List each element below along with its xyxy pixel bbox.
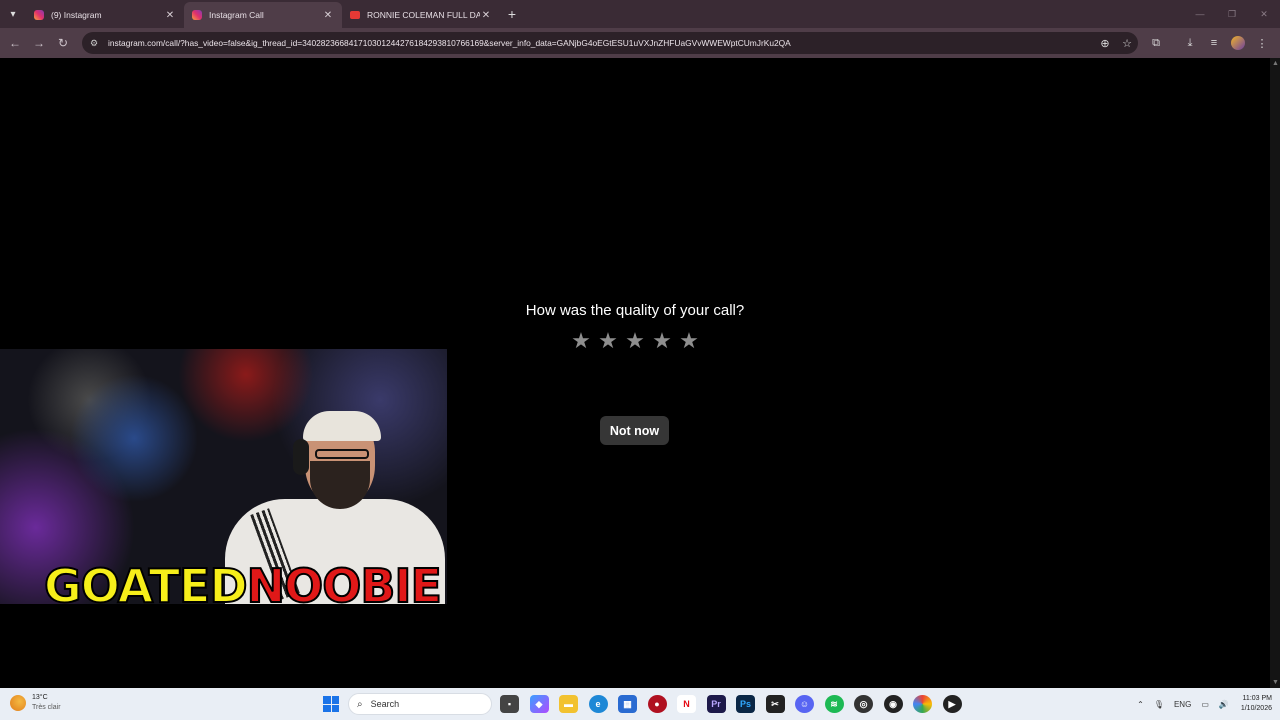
spotify-icon[interactable]: ≋ [824,695,844,713]
microphone-icon[interactable]: 🎙 [1154,700,1164,709]
tab-instagram[interactable]: (9) Instagram ✕ [26,2,184,28]
weather-desc: Très clair [32,704,61,711]
tab-label: RONNIE COLEMAN FULL DAY O [367,10,480,20]
task-view-icon[interactable]: ▪ [500,695,519,713]
profile-avatar[interactable] [1231,36,1245,50]
netflix-icon[interactable]: N [677,695,696,713]
app-red-icon[interactable]: ● [647,695,667,713]
clock-time: 11:03 PM [1242,695,1272,702]
taskbar-apps: ▪ ◆ ▬ e ▦ ● N Pr Ps ✂ ☺ ≋ ◎ ◉ ▶ [500,695,972,713]
tab-youtube[interactable]: RONNIE COLEMAN FULL DAY O ✕ [342,2,500,28]
edge-icon[interactable]: e [588,695,608,713]
weather-temp: 13°C [32,694,48,701]
system-tray: ⌃ 🎙 ENG ▭ 🔊 11:03 PM 1/10/2026 [1127,688,1272,720]
browser-toolbar: ← → ↻ ⚙ instagram.com/call/?has_video=fa… [0,28,1280,58]
star-4-icon[interactable]: ★ [651,330,673,352]
download-icon[interactable]: ⤓ [1178,37,1202,50]
restore-icon[interactable]: ❐ [1216,0,1248,28]
tray-chevron-icon[interactable]: ⌃ [1137,700,1144,709]
zoom-icon[interactable]: ⊕ [1094,37,1116,50]
tab-search-chevron-icon[interactable]: ▾ [0,0,26,28]
windows-start-icon[interactable] [323,696,339,712]
instagram-icon [34,10,44,20]
browser-tab-strip: ▾ (9) Instagram ✕ Instagram Call ✕ RONNI… [0,0,1280,28]
scroll-up-icon[interactable]: ▲ [1272,60,1279,67]
close-window-icon[interactable]: ✕ [1248,0,1280,28]
tab-label: (9) Instagram [51,10,102,20]
store-icon[interactable]: ▦ [618,695,637,713]
forward-icon[interactable]: → [27,36,51,50]
streamer-logo: GOATEDNOOBIE [43,559,443,604]
tab-label: Instagram Call [209,10,264,20]
volume-icon[interactable]: 🔊 [1219,700,1229,709]
clock[interactable]: 11:03 PM 1/10/2026 [1241,694,1272,714]
search-placeholder: Search [370,699,400,709]
star-3-icon[interactable]: ★ [624,330,646,352]
reload-icon[interactable]: ↻ [51,36,75,50]
media-controls-icon[interactable]: ≡ [1202,37,1226,49]
back-icon[interactable]: ← [3,36,27,50]
menu-icon[interactable]: ⋮ [1250,37,1274,50]
search-icon: ⌕ [357,698,363,710]
star-5-icon[interactable]: ★ [678,330,700,352]
clock-date: 1/10/2026 [1240,705,1272,712]
youtube-icon [350,11,360,19]
star-1-icon[interactable]: ★ [570,330,592,352]
new-tab-button[interactable]: + [500,6,524,22]
window-controls: — ❐ ✕ [1184,0,1280,28]
photoshop-icon[interactable]: Ps [736,695,755,713]
taskbar-search[interactable]: ⌕ Search [348,693,492,715]
capcut-icon[interactable]: ✂ [765,695,785,713]
weather-moon-icon [10,695,26,711]
tab-close-icon[interactable]: ✕ [164,10,176,21]
tab-instagram-call[interactable]: Instagram Call ✕ [184,2,342,28]
url-text[interactable]: instagram.com/call/?has_video=false&ig_t… [108,38,1094,48]
obs-icon[interactable]: ◉ [883,695,903,713]
premiere-icon[interactable]: Pr [706,695,726,713]
language-indicator[interactable]: ENG [1174,700,1191,709]
tab-close-icon[interactable]: ✕ [322,10,334,21]
call-quality-question: How was the quality of your call? [525,302,745,319]
extensions-icon[interactable]: ⧉ [1144,37,1168,50]
tab-close-icon[interactable]: ✕ [480,10,492,21]
instagram-icon [192,10,202,20]
discord-icon[interactable]: ☺ [795,695,814,713]
chrome-icon[interactable] [913,695,932,713]
scrollbar[interactable]: ▲ ▼ [1270,58,1280,688]
file-explorer-icon[interactable]: ▬ [559,695,578,713]
media-player-icon[interactable]: ▶ [942,695,962,713]
address-bar[interactable]: ⚙ instagram.com/call/?has_video=false&ig… [82,32,1138,54]
weather-widget[interactable]: 13°C Très clair [10,693,61,713]
site-info-icon[interactable]: ⚙ [90,38,102,49]
bookmark-star-icon[interactable]: ☆ [1116,37,1138,50]
webcam-overlay: GOATEDNOOBIE [0,349,447,604]
not-now-button[interactable]: Not now [600,416,669,445]
scroll-down-icon[interactable]: ▼ [1272,679,1279,686]
star-2-icon[interactable]: ★ [597,330,619,352]
star-rating: ★ ★ ★ ★ ★ [570,330,700,358]
display-icon[interactable]: ▭ [1201,700,1209,709]
copilot-icon[interactable]: ◆ [529,695,549,713]
app-dark-icon[interactable]: ◎ [854,695,873,713]
windows-taskbar: 13°C Très clair ⌕ Search ▪ ◆ ▬ e ▦ ● N P… [0,688,1280,720]
minimize-icon[interactable]: — [1184,0,1216,28]
